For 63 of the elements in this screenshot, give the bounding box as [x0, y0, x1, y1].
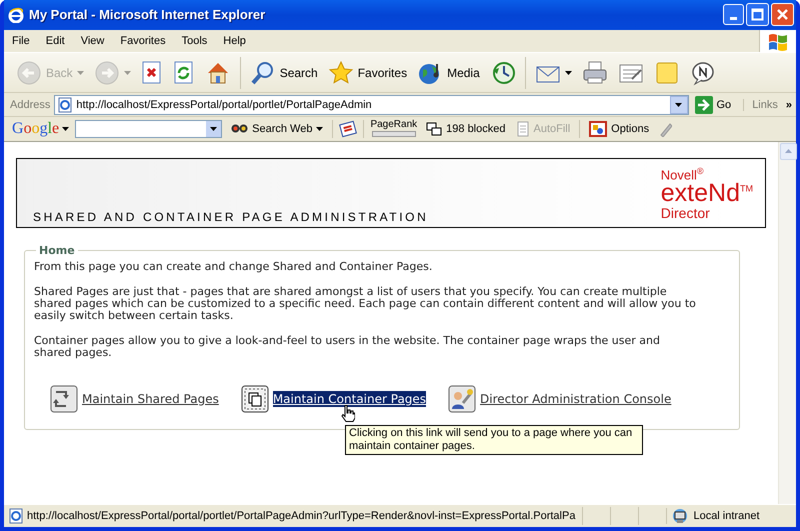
go-button[interactable]: Go [692, 96, 740, 114]
status-text: http://localhost/ExpressPortal/portal/portlet/PortalPageAdmin?urlType=Render&novl-inst=ExpressPortal.PortalPa [27, 510, 576, 522]
menu-item[interactable]: Help [215, 32, 254, 50]
pages-icon [240, 384, 269, 413]
close-button[interactable] [771, 3, 794, 26]
refresh-icon[interactable] [172, 60, 195, 84]
product-logo: Novell$^{®}$ exteNd$^{TM}$ Director [660, 166, 753, 224]
media-button[interactable]: Media [413, 56, 484, 90]
close-icon [776, 8, 789, 22]
ie-logo-icon [8, 6, 24, 23]
page-icon [8, 508, 24, 524]
popup-blocker-button[interactable]: 198 blocked [423, 122, 508, 136]
paragraph: Shared Pages are just that - pages that are shared amongst a list of users that you specify. You can create multiple shared pages which can be customized to a specific need. Each page can contain different content and will allow you to easily switch between certain tasks. [34, 286, 697, 322]
page-title: SHARED AND CONTAINER PAGE ADMINISTRATION [33, 210, 428, 224]
page-icon [57, 96, 74, 113]
search-web-button[interactable]: Search Web [228, 122, 326, 135]
hand-cursor-icon [341, 404, 355, 422]
options-icon [589, 120, 608, 137]
paragraph: From this page you can create and change Shared and Container Pages. [34, 260, 434, 273]
tooltip: Clicking on this link will send you to a page where you can maintain container pages. [345, 424, 643, 455]
windows-stack-icon [426, 122, 442, 136]
menu-item[interactable]: Tools [174, 32, 216, 50]
links-button[interactable]: Links [743, 98, 778, 111]
address-label: Address [10, 98, 50, 111]
dropdown-caret-icon[interactable] [62, 126, 70, 131]
arrows-icon [50, 384, 78, 413]
link[interactable]: Director Administration Console [480, 390, 672, 407]
news-icon[interactable] [339, 120, 358, 138]
menu-item[interactable]: File [4, 32, 38, 50]
stop-icon[interactable] [140, 60, 163, 84]
binoculars-icon [231, 124, 248, 134]
chevron-button[interactable]: » [782, 98, 796, 111]
star-icon[interactable] [328, 60, 354, 86]
search-icon[interactable] [250, 60, 276, 86]
search-field[interactable] [75, 120, 222, 138]
dropdown-arrow-icon[interactable] [210, 126, 218, 131]
panel-legend: Home [36, 244, 78, 257]
minimize-button[interactable] [723, 4, 744, 26]
menu-item[interactable]: View [72, 32, 112, 50]
dropdown-caret-icon[interactable] [316, 126, 324, 131]
search-button[interactable]: Search [246, 56, 322, 90]
user-tools-icon [448, 384, 476, 413]
maximize-button[interactable] [746, 3, 769, 26]
link[interactable]: Maintain Container Pages [272, 390, 426, 407]
arrow-right-icon [694, 96, 712, 114]
menu-item[interactable]: Favorites [112, 32, 174, 50]
network-computer-icon [671, 508, 690, 524]
address-field[interactable]: http://localhost/ExpressPortal/portal/portlet/PortalPageAdmin [54, 94, 688, 115]
zone-label: Local intranet [693, 510, 760, 522]
dropdown-caret-icon[interactable] [564, 70, 572, 74]
favorites-button[interactable]: Favorites [324, 56, 412, 90]
dropdown-arrow-icon[interactable] [675, 102, 682, 107]
maximize-icon [751, 8, 764, 22]
link[interactable]: Maintain Shared Pages [82, 390, 219, 407]
scrollbar[interactable] [778, 142, 796, 504]
paragraph: Container pages allow you to give a look-and-feel to users in the website. The container page wraps the user and shared pages. [34, 334, 661, 359]
pagerank-meter: PageRank [370, 120, 418, 138]
options-button[interactable]: Options [586, 120, 652, 137]
form-icon [517, 120, 530, 137]
minimize-icon [730, 17, 737, 20]
window-title: My Portal - Microsoft Internet Explorer [29, 7, 266, 22]
menu-item[interactable]: Edit [38, 32, 73, 50]
google-logo-button[interactable]: Google [12, 120, 70, 138]
